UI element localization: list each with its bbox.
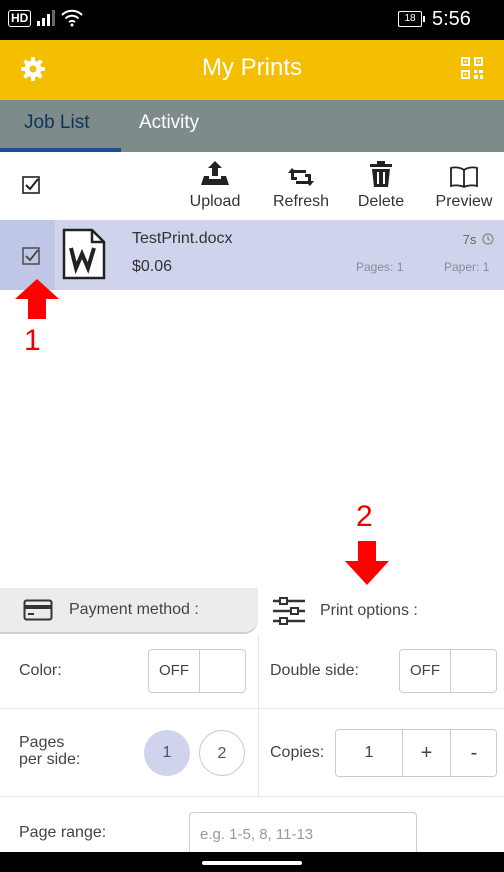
battery-icon: 18 bbox=[398, 11, 425, 27]
tab-activity[interactable]: Activity bbox=[139, 112, 199, 134]
double-side-label: Double side: bbox=[270, 662, 359, 679]
upload-button[interactable]: Upload bbox=[175, 158, 255, 211]
annotation-label-2: 2 bbox=[356, 500, 373, 533]
color-toggle-off[interactable]: OFF bbox=[149, 650, 200, 692]
payment-method-label: Payment method : bbox=[69, 601, 199, 618]
status-left: HD bbox=[8, 9, 84, 27]
hd-indicator: HD bbox=[8, 9, 32, 27]
book-icon bbox=[450, 166, 478, 188]
credit-card-icon bbox=[23, 599, 53, 621]
tab-job-list[interactable]: Job List bbox=[24, 112, 89, 134]
home-gesture-handle[interactable] bbox=[202, 861, 302, 865]
pages-per-side-option-2[interactable]: 2 bbox=[199, 730, 245, 776]
copies-label: Copies: bbox=[270, 744, 325, 761]
double-side-toggle[interactable]: OFF bbox=[399, 649, 497, 693]
copies-stepper[interactable]: 1 + - bbox=[335, 729, 497, 777]
job-age: 7s bbox=[463, 232, 494, 247]
job-checkbox[interactable] bbox=[22, 247, 40, 265]
options-row-range: Page range: bbox=[0, 796, 504, 856]
sliders-icon bbox=[273, 597, 305, 625]
page-range-label: Page range: bbox=[19, 824, 107, 841]
refresh-label: Refresh bbox=[272, 193, 330, 210]
word-document-icon bbox=[62, 228, 106, 280]
upload-icon bbox=[201, 161, 229, 185]
refresh-icon bbox=[288, 168, 314, 186]
page-range-input[interactable] bbox=[189, 812, 417, 856]
app-bar: My Prints bbox=[0, 40, 504, 100]
refresh-button[interactable]: Refresh bbox=[261, 158, 341, 211]
trash-icon bbox=[370, 161, 392, 187]
wifi-icon bbox=[61, 9, 84, 27]
job-pages: Pages: 1 bbox=[356, 260, 404, 274]
job-price: $0.06 bbox=[132, 258, 173, 275]
copies-minus-button[interactable]: - bbox=[451, 730, 497, 776]
pages-per-side-label-line2: per side: bbox=[19, 751, 81, 768]
system-nav-bar bbox=[0, 852, 504, 872]
annotation-arrow-up-icon bbox=[15, 279, 59, 319]
status-bar: HD 18 5:56 bbox=[0, 0, 504, 40]
color-toggle[interactable]: OFF bbox=[148, 649, 246, 693]
clock-icon bbox=[482, 233, 494, 245]
delete-button[interactable]: Delete bbox=[341, 158, 421, 211]
pages-per-side-label: Pages per side: bbox=[19, 734, 80, 768]
signal-icon bbox=[37, 10, 56, 26]
options-row-pages: Pages per side: 1 2 Copies: 1 + - bbox=[0, 708, 504, 797]
column-divider bbox=[258, 708, 259, 796]
color-label: Color: bbox=[19, 662, 62, 679]
column-divider bbox=[258, 634, 259, 708]
job-toolbar: Upload Refresh Delete Preview bbox=[0, 152, 504, 220]
gear-icon[interactable] bbox=[20, 56, 46, 82]
preview-button[interactable]: Preview bbox=[424, 158, 504, 211]
job-age-text: 7s bbox=[462, 232, 477, 247]
job-filename: TestPrint.docx bbox=[132, 230, 233, 247]
print-options-tab[interactable]: Print options : bbox=[258, 588, 504, 634]
select-all-checkbox[interactable] bbox=[22, 176, 40, 194]
page-title: My Prints bbox=[201, 54, 302, 81]
print-options-label: Print options : bbox=[320, 602, 418, 619]
job-list-item[interactable]: TestPrint.docx $0.06 7s Pages: 1 Paper: … bbox=[0, 220, 504, 290]
annotation-label-1: 1 bbox=[24, 324, 41, 357]
upload-label: Upload bbox=[189, 193, 241, 210]
job-paper: Paper: 1 bbox=[444, 260, 490, 274]
pages-per-side-label-line1: Pages bbox=[19, 734, 65, 751]
options-row-color: Color: OFF Double side: OFF bbox=[0, 634, 504, 709]
qr-code-icon[interactable] bbox=[460, 56, 484, 80]
preview-label: Preview bbox=[435, 193, 493, 210]
copies-plus-button[interactable]: + bbox=[403, 730, 451, 776]
delete-label: Delete bbox=[357, 193, 405, 210]
pages-per-side-option-1[interactable]: 1 bbox=[144, 730, 190, 776]
options-tab-bar: Payment method : Print options : bbox=[0, 588, 504, 634]
copies-value: 1 bbox=[336, 730, 403, 776]
status-time: 5:56 bbox=[432, 8, 471, 30]
tab-bar: Job List Activity bbox=[0, 100, 504, 152]
payment-method-tab[interactable]: Payment method : bbox=[0, 588, 258, 634]
double-side-toggle-off[interactable]: OFF bbox=[400, 650, 451, 692]
annotation-arrow-down-icon bbox=[345, 541, 389, 585]
